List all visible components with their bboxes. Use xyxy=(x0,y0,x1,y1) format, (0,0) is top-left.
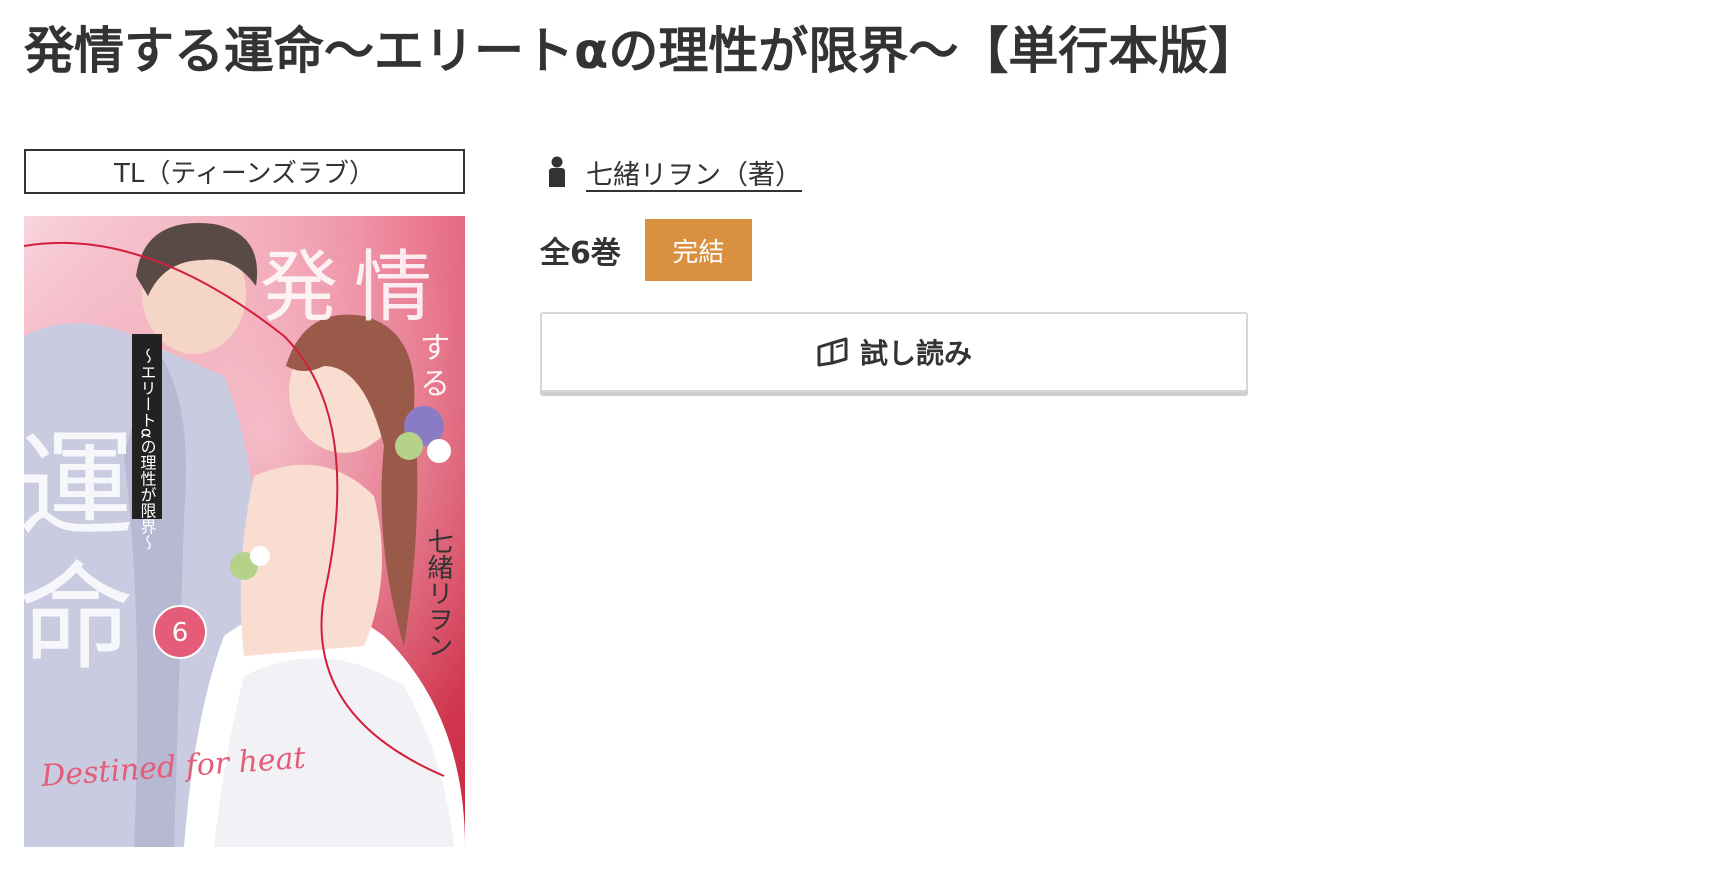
cover-subtitle: 〜エリートαの理性が限界〜 xyxy=(138,348,157,551)
genre-tag[interactable]: TL（ティーンズラブ） xyxy=(24,149,465,194)
book-cover-image[interactable]: 発 情 す る 運 命 〜エリートαの理性が限界〜 七緒リヲン 6 Destin… xyxy=(24,216,465,847)
cover-title-char: 情 xyxy=(354,243,432,333)
cover-title-char: す xyxy=(420,331,450,366)
author-link[interactable]: 七緒リヲン（著） xyxy=(586,153,802,192)
open-book-icon xyxy=(816,337,850,367)
cover-author: 七緒リヲン xyxy=(423,528,453,658)
author-row: 七緒リヲン（著） xyxy=(546,152,802,192)
status-badge: 完結 xyxy=(644,219,752,281)
cover-title-char: 命 xyxy=(24,551,134,686)
volume-count: 全6巻 xyxy=(540,236,621,271)
cover-title-char: 発 xyxy=(260,243,338,333)
cover-volume-number: 6 xyxy=(172,618,189,648)
trial-read-label: 試し読み xyxy=(859,337,972,370)
book-title: 発情する運命〜エリートαの理性が限界〜【単行本版】 xyxy=(24,22,1259,80)
trial-read-button[interactable]: 試し読み xyxy=(540,312,1248,392)
person-icon xyxy=(546,155,568,189)
volume-info: 全6巻 完結 xyxy=(540,219,752,281)
cover-title-char: る xyxy=(420,367,450,402)
cover-title-char: 運 xyxy=(24,419,134,554)
